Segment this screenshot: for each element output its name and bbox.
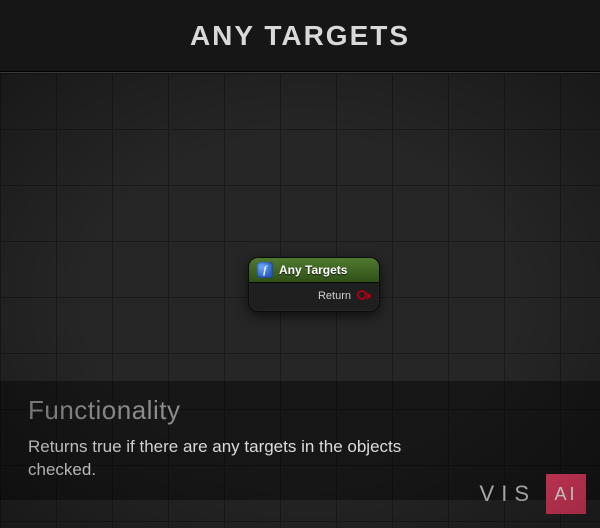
node-body: Return [249,283,379,311]
bool-output-port-icon[interactable] [357,289,371,303]
node-header[interactable]: f Any Targets [249,258,379,283]
functionality-text: Returns true if there are any targets in… [28,436,468,482]
node-title: Any Targets [279,263,347,277]
return-pin[interactable]: Return [318,289,371,303]
graph-canvas[interactable]: f Any Targets Return Functionality Retur… [0,72,600,528]
page-title: ANY TARGETS [190,20,410,52]
logo-right: AI [546,474,586,514]
functionality-heading: Functionality [28,395,572,426]
function-icon: f [257,262,273,278]
page-header: ANY TARGETS [0,0,600,72]
return-pin-label: Return [318,290,351,302]
any-targets-node[interactable]: f Any Targets Return [248,257,380,312]
logo-left: VIS [480,481,536,507]
visai-logo: VIS AI [480,474,586,514]
